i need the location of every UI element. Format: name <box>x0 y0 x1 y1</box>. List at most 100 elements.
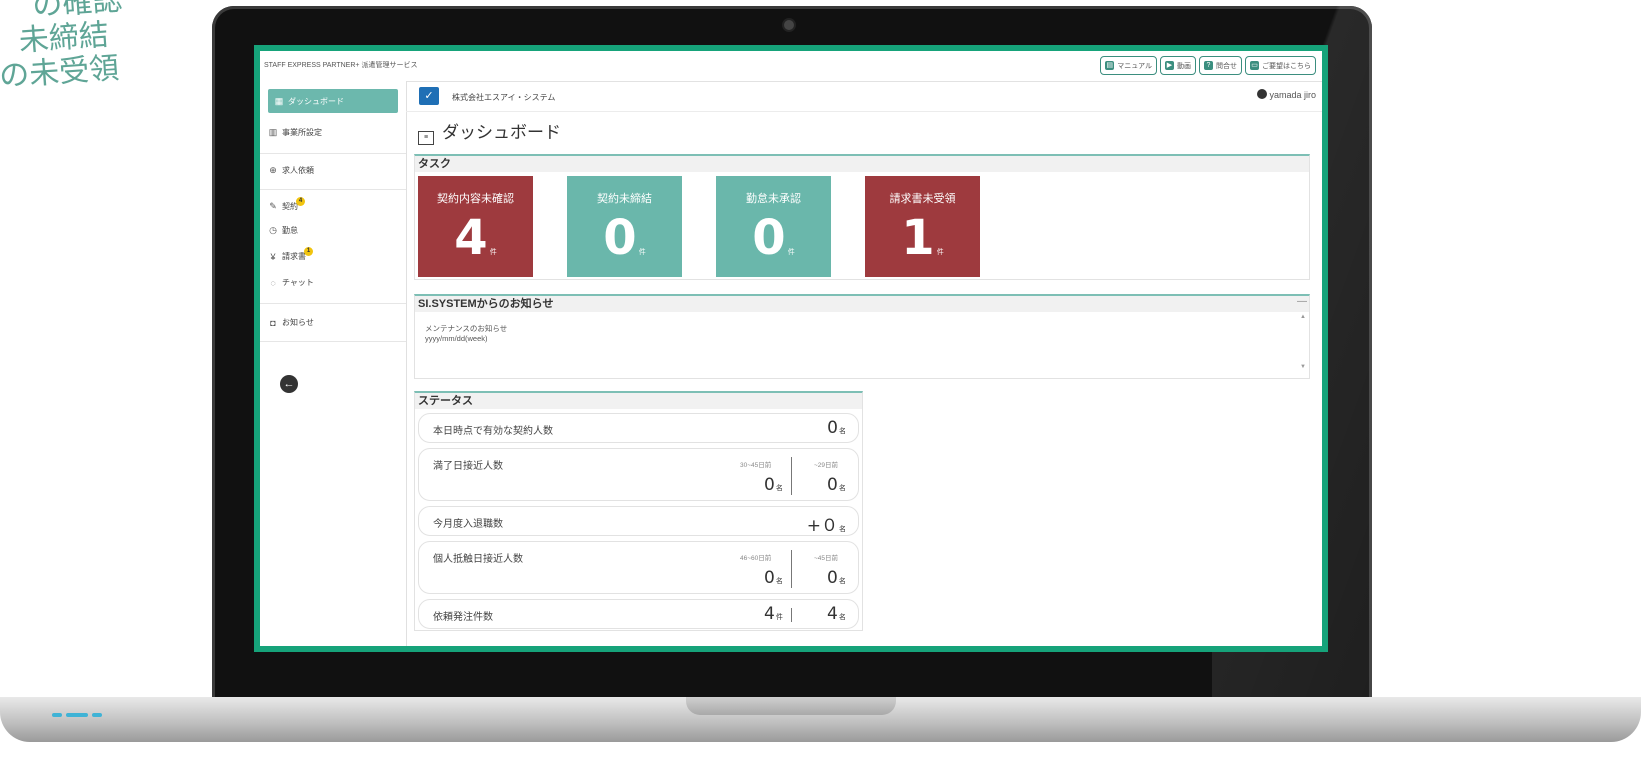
task-label: 勤怠未承認 <box>746 193 801 205</box>
status-label: 今月度入退職数 <box>433 519 503 530</box>
inquiry-button[interactable]: ? 問合せ <box>1199 56 1242 75</box>
scroll-down-icon[interactable]: ▼ <box>1300 364 1306 370</box>
laptop-notch <box>686 697 896 715</box>
status-row-conflict-date-approaching: 個人抵触日接近人数 46~60日前 ~45日前 0名 0名 <box>418 541 859 594</box>
dashboard-icon: ▦ <box>274 95 284 106</box>
tasks-title: タスク <box>415 156 1309 172</box>
user-icon <box>1257 89 1268 99</box>
top-buttons: ▤ マニュアル ▶ 動画 ? 問合せ ▭ ご要望はこちら <box>1100 56 1316 75</box>
task-tile-unsigned-contract[interactable]: 契約未締結 0件 <box>567 176 682 277</box>
top-bar: STAFF EXPRESS PARTNER+ 派遣管理サービス ▤ マニュアル ▶… <box>260 51 1322 82</box>
status-value: 0名 <box>827 475 846 495</box>
invoice-badge: 1 <box>304 247 313 256</box>
page-title: ≡ ダッシュボード <box>418 118 561 145</box>
task-tile-unapproved-attendance[interactable]: 勤怠未承認 0件 <box>716 176 831 277</box>
status-value: 0名 <box>827 418 846 438</box>
status-row-order-requests: 依頼発注件数 4件 4名 <box>418 599 859 629</box>
user-menu[interactable]: yamada jiro <box>1257 89 1316 100</box>
status-title: ステータス <box>415 393 862 409</box>
video-icon: ▶ <box>1165 61 1174 70</box>
news-item-title: メンテナンスのお知らせ <box>425 324 508 333</box>
sidebar-item-dashboard[interactable]: ▦ ダッシュボード <box>268 89 398 113</box>
sidebar: ▦ ダッシュボード ▥ 事業所設定 ⊕ 求人依頼 ✎ 契約 4 ◷ 勤怠 ¥ 請求書 1 ◌ チャ… <box>260 81 407 646</box>
manual-label: マニュアル <box>1117 62 1152 70</box>
status-led <box>66 713 88 717</box>
column-divider <box>791 457 792 495</box>
status-value: 0名 <box>764 475 783 495</box>
status-value: +０名 <box>806 516 846 536</box>
task-label: 請求書未受領 <box>889 193 956 205</box>
task-count: 0件 <box>752 210 795 266</box>
status-col-label: ~45日前 <box>814 555 839 562</box>
screen: STAFF EXPRESS PARTNER+ 派遣管理サービス ▤ マニュアル ▶… <box>254 45 1328 652</box>
task-tile-unconfirmed-contract[interactable]: 契約内容未確認 4件 <box>418 176 533 277</box>
sidebar-item-chat[interactable]: ◌ チャット <box>268 277 398 288</box>
status-col-label: ~29日前 <box>814 462 839 469</box>
status-row-active-contracts: 本日時点で有効な契約人数 0名 <box>418 413 859 443</box>
main-content: ✓ 株式会社エスアイ・システム yamada jiro ≡ ダッシュボード タスク… <box>406 81 1322 646</box>
task-count: 4件 <box>454 210 497 266</box>
collapse-sidebar-button[interactable]: ← <box>280 375 298 393</box>
column-divider <box>791 550 792 588</box>
sidebar-item-label: ダッシュボード <box>288 96 344 106</box>
task-label: 契約内容未確認 <box>437 193 514 205</box>
comment-icon: ▭ <box>1250 61 1259 70</box>
deco-line: の未受領 <box>0 50 121 95</box>
sidebar-item-attendance[interactable]: ◷ 勤怠 <box>268 225 398 236</box>
news-item[interactable]: メンテナンスのお知らせ yyyy/mm/dd(week) <box>425 324 507 344</box>
sidebar-item-contract[interactable]: ✎ 契約 4 <box>268 197 398 212</box>
status-label: 依頼発注件数 <box>433 612 493 623</box>
notice-icon: ◘ <box>270 317 276 328</box>
status-led <box>52 713 62 717</box>
status-panel: ステータス 本日時点で有効な契約人数 0名 満了日接近人数 30~45日前 ~2… <box>414 391 863 631</box>
question-icon: ? <box>1204 61 1213 70</box>
status-value: 4件 <box>764 604 783 624</box>
video-button[interactable]: ▶ 動画 <box>1160 56 1196 75</box>
divider <box>260 189 406 190</box>
sidebar-item-notices[interactable]: ◘ お知らせ <box>268 317 398 328</box>
tasks-panel: タスク 契約内容未確認 4件 契約未締結 0件 勤怠未承認 0件 請求書未受領 … <box>414 154 1310 280</box>
status-label: 個人抵触日接近人数 <box>433 554 523 565</box>
yen-icon: ¥ <box>270 251 276 262</box>
divider <box>260 303 406 304</box>
status-value: 0名 <box>827 568 846 588</box>
manual-button[interactable]: ▤ マニュアル <box>1100 56 1157 75</box>
news-item-date: yyyy/mm/dd(week) <box>425 334 488 343</box>
clock-icon: ◷ <box>269 225 277 235</box>
task-count: 1件 <box>901 210 944 266</box>
arrow-left-icon: ← <box>283 378 295 390</box>
status-label: 満了日接近人数 <box>433 461 503 472</box>
collapse-icon[interactable]: — <box>1297 296 1307 307</box>
brand-text: STAFF EXPRESS PARTNER+ 派遣管理サービス <box>264 62 418 69</box>
status-led <box>92 713 102 717</box>
sidebar-item-label: チャット <box>282 278 314 287</box>
task-tile-unreceived-invoice[interactable]: 請求書未受領 1件 <box>865 176 980 277</box>
sidebar-item-office-settings[interactable]: ▥ 事業所設定 <box>268 127 398 138</box>
news-title: SI.SYSTEMからのお知らせ <box>415 296 1309 312</box>
book-icon: ▤ <box>1105 61 1115 70</box>
pen-icon: ✎ <box>269 201 277 211</box>
building-icon: ▥ <box>268 127 278 137</box>
sidebar-item-label: お知らせ <box>282 318 314 327</box>
decorative-heading: の確認 未締結 の未受領 <box>0 0 128 94</box>
inquiry-label: 問合せ <box>1216 62 1237 70</box>
user-name: yamada jiro <box>1269 90 1316 100</box>
contract-badge: 4 <box>296 197 305 206</box>
video-label: 動画 <box>1177 62 1191 70</box>
sidebar-item-invoice[interactable]: ¥ 請求書 1 <box>268 247 398 262</box>
task-label: 契約未締結 <box>597 193 652 205</box>
status-value: 4名 <box>827 604 846 624</box>
task-count: 0件 <box>603 210 646 266</box>
request-button[interactable]: ▭ ご要望はこちら <box>1245 56 1316 75</box>
app-window: STAFF EXPRESS PARTNER+ 派遣管理サービス ▤ マニュアル ▶… <box>260 51 1322 646</box>
scroll-up-icon[interactable]: ▲ <box>1300 314 1306 320</box>
search-person-icon: ⊕ <box>269 165 277 175</box>
company-logo: ✓ <box>419 87 439 105</box>
status-label: 本日時点で有効な契約人数 <box>433 426 553 437</box>
camera-icon <box>784 20 794 30</box>
sidebar-item-job-request[interactable]: ⊕ 求人依頼 <box>268 165 398 176</box>
divider <box>260 341 406 342</box>
sidebar-item-label: 勤怠 <box>282 226 298 235</box>
news-panel: SI.SYSTEMからのお知らせ — メンテナンスのお知らせ yyyy/mm/d… <box>414 294 1310 379</box>
chat-icon: ◌ <box>270 277 276 288</box>
